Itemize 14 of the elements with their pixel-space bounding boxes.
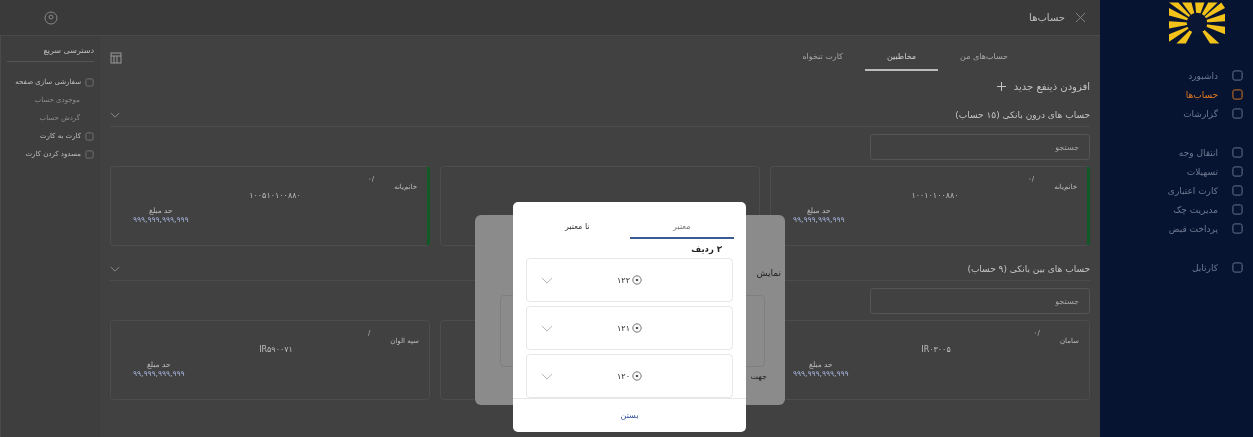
account-number: ۱۰۰۱۰۱۰۰۸۸۰ <box>911 191 959 200</box>
item-number: ۱۲۰ <box>617 371 630 381</box>
account-number: IR۵۹۰۰۷۱ <box>259 345 293 354</box>
row-count: ۳ ردیف <box>690 243 723 256</box>
account-number: IR۰۳۰۰۵ <box>921 345 951 354</box>
account-number: ۱۰۰۵۱۰۱۰۰۸۸۰ <box>249 191 301 200</box>
section-title: حساب های درون بانکی (۱۵ حساب) <box>955 110 1090 120</box>
item-number: ۱۲۲ <box>617 275 630 285</box>
dialog-text: جهت <box>750 372 767 381</box>
panel-title: دسترسی سریع <box>7 42 94 62</box>
item-number: ۱۲۱ <box>617 323 630 333</box>
section-title: حساب های بین بانکی (۹ حساب) <box>967 264 1090 274</box>
dialog-title: نمایش <box>756 268 781 278</box>
page-title: حساب‌ها <box>1029 12 1065 23</box>
